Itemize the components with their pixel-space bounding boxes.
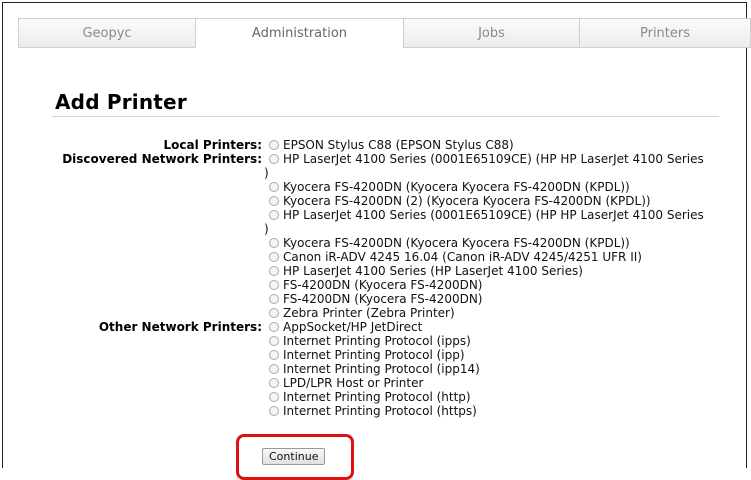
printer-option[interactable]: Canon iR-ADV 4245 16.04 (Canon iR-ADV 42… — [264, 250, 712, 264]
radio-button[interactable] — [269, 266, 279, 276]
printer-option[interactable]: HP LaserJet 4100 Series (0001E65109CE) (… — [264, 152, 712, 180]
printer-option[interactable]: HP LaserJet 4100 Series (0001E65109CE) (… — [264, 208, 712, 236]
printer-option[interactable]: Internet Printing Protocol (ipp) — [264, 348, 712, 362]
radio-button[interactable] — [269, 392, 279, 402]
printer-option[interactable]: FS-4200DN (Kyocera FS-4200DN) — [264, 292, 712, 306]
radio-button[interactable] — [269, 154, 279, 164]
printer-option[interactable]: Kyocera FS-4200DN (2) (Kyocera Kyocera F… — [264, 194, 712, 208]
add-printer-form: Local Printers: EPSON Stylus C88 (EPSON S… — [0, 138, 751, 418]
option-label: Internet Printing Protocol (ipp14) — [283, 362, 480, 376]
option-label: FS-4200DN (Kyocera FS-4200DN) — [283, 292, 483, 306]
printer-option[interactable]: Kyocera FS-4200DN (Kyocera Kyocera FS-42… — [264, 236, 712, 250]
option-label: HP LaserJet 4100 Series (0001E65109CE) (… — [264, 208, 704, 236]
highlight-annotation — [236, 434, 354, 480]
radio-button[interactable] — [269, 322, 279, 332]
tab-label: Printers — [639, 25, 691, 41]
radio-button[interactable] — [269, 336, 279, 346]
option-label: HP LaserJet 4100 Series (HP LaserJet 410… — [283, 264, 583, 278]
option-label: EPSON Stylus C88 (EPSON Stylus C88) — [283, 138, 514, 152]
radio-button[interactable] — [269, 406, 279, 416]
printer-option[interactable]: AppSocket/HP JetDirect — [264, 320, 712, 334]
radio-button[interactable] — [269, 280, 279, 290]
option-label: AppSocket/HP JetDirect — [283, 320, 423, 334]
radio-button[interactable] — [269, 294, 279, 304]
printer-group: Discovered Network Printers: HP LaserJet … — [0, 152, 751, 320]
option-label: Internet Printing Protocol (http) — [283, 390, 471, 404]
group-label: Discovered Network Printers: — [62, 152, 262, 166]
printer-option[interactable]: EPSON Stylus C88 (EPSON Stylus C88) — [264, 138, 712, 152]
printer-option[interactable]: HP LaserJet 4100 Series (HP LaserJet 410… — [264, 264, 712, 278]
printer-option[interactable]: FS-4200DN (Kyocera FS-4200DN) — [264, 278, 712, 292]
option-label: Internet Printing Protocol (ipps) — [283, 334, 471, 348]
title-divider — [52, 116, 719, 117]
printer-option[interactable]: LPD/LPR Host or Printer — [264, 376, 712, 390]
option-label: FS-4200DN (Kyocera FS-4200DN) — [283, 278, 483, 292]
radio-button[interactable] — [269, 364, 279, 374]
tab-jobs[interactable]: Jobs — [403, 18, 579, 48]
option-label: HP LaserJet 4100 Series (0001E65109CE) (… — [264, 152, 704, 180]
tab-geopyc[interactable]: Geopyc — [18, 18, 195, 48]
page-title: Add Printer — [55, 90, 187, 114]
option-label: Internet Printing Protocol (ipp) — [283, 348, 465, 362]
radio-button[interactable] — [269, 196, 279, 206]
tab-printers[interactable]: Printers — [579, 18, 751, 48]
radio-button[interactable] — [269, 350, 279, 360]
radio-button[interactable] — [269, 182, 279, 192]
radio-button[interactable] — [269, 238, 279, 248]
printer-option[interactable]: Kyocera FS-4200DN (Kyocera Kyocera FS-42… — [264, 180, 712, 194]
radio-button[interactable] — [269, 378, 279, 388]
group-label: Local Printers: — [163, 138, 263, 152]
group-label: Other Network Printers: — [98, 320, 262, 334]
printer-option[interactable]: Internet Printing Protocol (https) — [264, 404, 712, 418]
option-label: Kyocera FS-4200DN (Kyocera Kyocera FS-42… — [283, 180, 630, 194]
radio-button[interactable] — [269, 140, 279, 150]
admin-tabs: Geopyc Administration Jobs Printers — [18, 18, 751, 48]
option-label: Kyocera FS-4200DN (Kyocera Kyocera FS-42… — [283, 236, 630, 250]
option-label: LPD/LPR Host or Printer — [283, 376, 424, 390]
tab-label: Geopyc — [82, 25, 132, 41]
printer-group: Local Printers: EPSON Stylus C88 (EPSON S… — [0, 138, 751, 152]
printer-option[interactable]: Zebra Printer (Zebra Printer) — [264, 306, 712, 320]
option-label: Internet Printing Protocol (https) — [283, 404, 477, 418]
printer-option[interactable]: Internet Printing Protocol (ipps) — [264, 334, 712, 348]
printer-option[interactable]: Internet Printing Protocol (ipp14) — [264, 362, 712, 376]
printer-option[interactable]: Internet Printing Protocol (http) — [264, 390, 712, 404]
radio-button[interactable] — [269, 210, 279, 220]
option-label: Zebra Printer (Zebra Printer) — [283, 306, 455, 320]
tab-administration[interactable]: Administration — [195, 18, 403, 48]
printer-group: Other Network Printers: AppSocket/HP JetD… — [0, 320, 751, 418]
tab-label: Administration — [251, 25, 348, 41]
option-label: Kyocera FS-4200DN (2) (Kyocera Kyocera F… — [283, 194, 651, 208]
radio-button[interactable] — [269, 252, 279, 262]
option-label: Canon iR-ADV 4245 16.04 (Canon iR-ADV 42… — [283, 250, 642, 264]
radio-button[interactable] — [269, 308, 279, 318]
tab-label: Jobs — [478, 25, 505, 41]
